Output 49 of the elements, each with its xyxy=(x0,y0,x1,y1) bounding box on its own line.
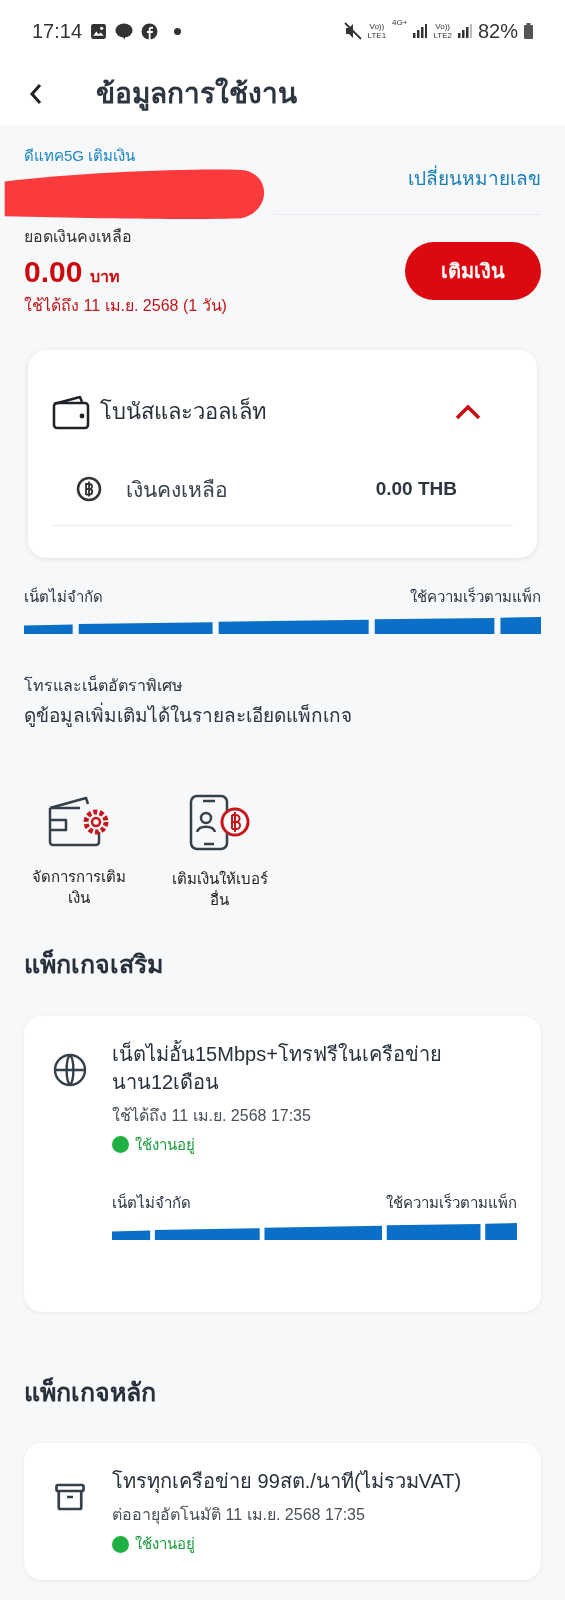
status-text: ใช้งานอยู่ xyxy=(135,1134,195,1156)
phone-baht-icon xyxy=(188,794,251,852)
currency-label: บาท xyxy=(90,266,121,287)
social-app-icon xyxy=(141,22,159,40)
plan-name: ดีแทค5G เติมเงิน xyxy=(24,146,136,166)
top-up-button[interactable]: เติมเงิน xyxy=(405,242,541,300)
card-title: โบนัสและวอลเล็ท xyxy=(100,396,267,426)
globe-icon xyxy=(52,1051,88,1088)
data-type-label: 4G+ xyxy=(392,18,408,27)
section-label: โทรและเน็ตอัตราพิเศษ xyxy=(24,674,184,696)
balance-amount: 0.00 xyxy=(24,253,83,290)
package-name: โทรทุกเครือข่าย 99สต./นาที(ไม่รวมVAT) xyxy=(112,1469,463,1495)
chat-bubble-icon xyxy=(115,22,134,40)
balance-label: ยอดเงินคงเหลือ xyxy=(24,226,133,247)
signal-icon xyxy=(413,24,428,38)
baht-coin-icon xyxy=(76,476,102,503)
speed-label: ใช้ความเร็วตามแพ็ก xyxy=(386,1192,517,1213)
collapse-button[interactable] xyxy=(455,403,481,420)
notification-dot-icon xyxy=(174,27,182,35)
balance-row-value: 0.00 THB xyxy=(375,477,457,501)
package-expiry: ใช้ได้ถึง 11 เม.ย. 2568 17:35 xyxy=(112,1105,312,1126)
package-card[interactable]: เน็ตไม่อั้น15Mbps+โทรฟรีในเครือข่ายนาน12เดือน ใช้ได้ถึง 11 เม.ย. 2568 17:35 ใช้งานอยู่ เน็ตไม่จำกัด ใช้ความเร็วตามแพ็ก xyxy=(24,1015,541,1312)
voice-label: Vo)) xyxy=(369,22,385,31)
status-text: ใช้งานอยู่ xyxy=(135,1534,195,1555)
muted-speaker-icon xyxy=(343,22,362,40)
speed-label: ใช้ความเร็วตามแพ็ก xyxy=(410,586,541,607)
balance-row-label: เงินคงเหลือ xyxy=(126,476,228,503)
battery-icon xyxy=(524,23,533,39)
page-title: ข้อมูลการใช้งาน xyxy=(96,76,297,113)
voice-label: Vo)) xyxy=(435,22,451,31)
signal-icon xyxy=(457,24,472,38)
section-heading: แพ็กเกจเสริม xyxy=(24,948,164,980)
shortcut-button[interactable]: จัดการการเติมเงิน xyxy=(16,794,141,910)
package-name: เน็ตไม่อั้น15Mbps+โทรฟรีในเครือข่ายนาน12เดือน xyxy=(112,1039,443,1095)
clock-time: 17:14 xyxy=(32,19,83,44)
network-label: LTE1 xyxy=(367,31,387,40)
network-label: LTE2 xyxy=(433,31,452,40)
change-number-link[interactable]: เปลี่ยนหมายเลข xyxy=(408,165,541,194)
speed-label: เน็ตไม่จำกัด xyxy=(24,586,103,607)
gallery-icon xyxy=(90,22,108,40)
validity-text: ใช้ได้ถึง 11 เม.ย. 2568 (1 วัน) xyxy=(24,295,227,316)
wallet-icon xyxy=(52,393,92,430)
section-heading: แพ็กเกจหลัก xyxy=(24,1376,157,1408)
battery-percent: 82% xyxy=(477,19,518,44)
shortcut-button[interactable]: เติมเงินให้เบอร์อื่น xyxy=(157,794,282,910)
package-card[interactable]: โทรทุกเครือข่าย 99สต./นาที(ไม่รวมVAT) ต่ออายุอัตโนมัติ 11 เม.ย. 2568 17:35 ใช้งานอยู่ xyxy=(24,1443,541,1580)
package-expiry: ต่ออายุอัตโนมัติ 11 เม.ย. 2568 17:35 xyxy=(112,1504,366,1527)
speed-label: เน็ตไม่จำกัด xyxy=(112,1192,191,1213)
info-text: ดูข้อมูลเพิ่มเติมได้ในรายละเอียดแพ็กเกจ xyxy=(24,701,353,729)
